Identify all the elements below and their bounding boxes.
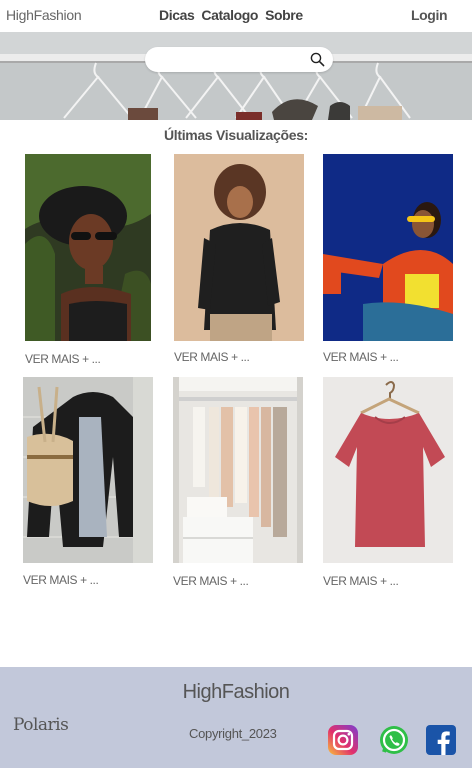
product-image[interactable] <box>23 377 153 563</box>
whatsapp-icon[interactable] <box>378 724 410 756</box>
see-more-link[interactable]: VER MAIS + ... <box>25 352 101 366</box>
product-card[interactable]: VER MAIS + ... <box>174 154 304 366</box>
top-navigation-bar: HighFashion Dicas Catalogo Sobre Login <box>0 0 472 32</box>
nav-link-catalogo[interactable]: Catalogo <box>201 7 258 23</box>
polaris-logo: Polaris <box>13 715 69 735</box>
see-more-link[interactable]: VER MAIS + ... <box>174 350 250 364</box>
product-image[interactable] <box>25 154 151 341</box>
product-card[interactable]: VER MAIS + ... <box>323 154 453 366</box>
product-image[interactable] <box>173 377 303 563</box>
nav-link-sobre[interactable]: Sobre <box>265 7 303 23</box>
product-card[interactable]: VER MAIS + ... <box>173 377 303 589</box>
see-more-link[interactable]: VER MAIS + ... <box>173 574 249 588</box>
login-link[interactable]: Login <box>411 7 448 23</box>
facebook-icon[interactable] <box>425 724 457 756</box>
copyright-text: Copyright_2023 <box>189 726 277 741</box>
recent-views-title: Últimas Visualizações: <box>163 127 309 143</box>
product-image[interactable] <box>323 377 453 563</box>
search-input[interactable] <box>157 51 307 68</box>
search-icon[interactable] <box>310 52 325 67</box>
main-nav: Dicas Catalogo Sobre <box>159 7 303 23</box>
nav-link-dicas[interactable]: Dicas <box>159 7 195 23</box>
product-image[interactable] <box>323 154 453 341</box>
clothes-rack-image <box>0 32 472 120</box>
see-more-link[interactable]: VER MAIS + ... <box>23 573 99 587</box>
footer-brand: HighFashion <box>182 681 290 703</box>
product-card[interactable]: VER MAIS + ... <box>23 377 153 589</box>
see-more-link[interactable]: VER MAIS + ... <box>323 574 399 588</box>
footer: HighFashion Polaris Copyright_2023 <box>0 667 472 768</box>
product-card[interactable]: VER MAIS + ... <box>25 154 151 366</box>
search-bar <box>145 47 333 72</box>
product-card[interactable]: VER MAIS + ... <box>323 377 453 589</box>
hero-banner <box>0 32 472 120</box>
brand-logo[interactable]: HighFashion <box>6 7 82 23</box>
see-more-link[interactable]: VER MAIS + ... <box>323 350 399 364</box>
product-image[interactable] <box>174 154 304 341</box>
instagram-icon[interactable] <box>327 724 359 756</box>
